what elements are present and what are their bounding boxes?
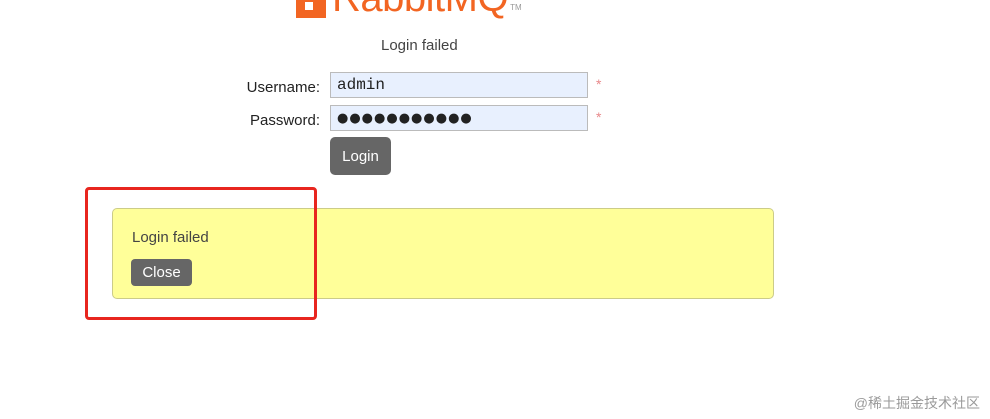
rabbitmq-logo: RabbitMQ TM	[296, 0, 522, 18]
watermark: @稀土掘金技术社区	[853, 395, 980, 411]
alert-close-button[interactable]: Close	[131, 259, 192, 286]
login-page: RabbitMQ TM Login failed Username: * Pas…	[0, 0, 990, 419]
password-required-marker: *	[596, 109, 602, 125]
login-status-title: Login failed	[381, 37, 458, 54]
logo-trademark: TM	[510, 3, 522, 12]
login-button[interactable]: Login	[330, 137, 391, 175]
logo-text: RabbitMQ	[332, 0, 509, 18]
username-label: Username:	[246, 78, 320, 96]
rabbitmq-logo-icon	[296, 0, 326, 18]
username-label-wrap: Username:	[200, 73, 320, 101]
password-label: Password:	[249, 111, 320, 129]
password-label-wrap: Password:	[200, 106, 320, 134]
login-error-alert: Login failed Close	[112, 208, 774, 299]
password-input[interactable]	[330, 105, 588, 131]
alert-message: Login failed	[132, 229, 209, 246]
username-required-marker: *	[596, 76, 602, 92]
username-input[interactable]	[330, 72, 588, 98]
